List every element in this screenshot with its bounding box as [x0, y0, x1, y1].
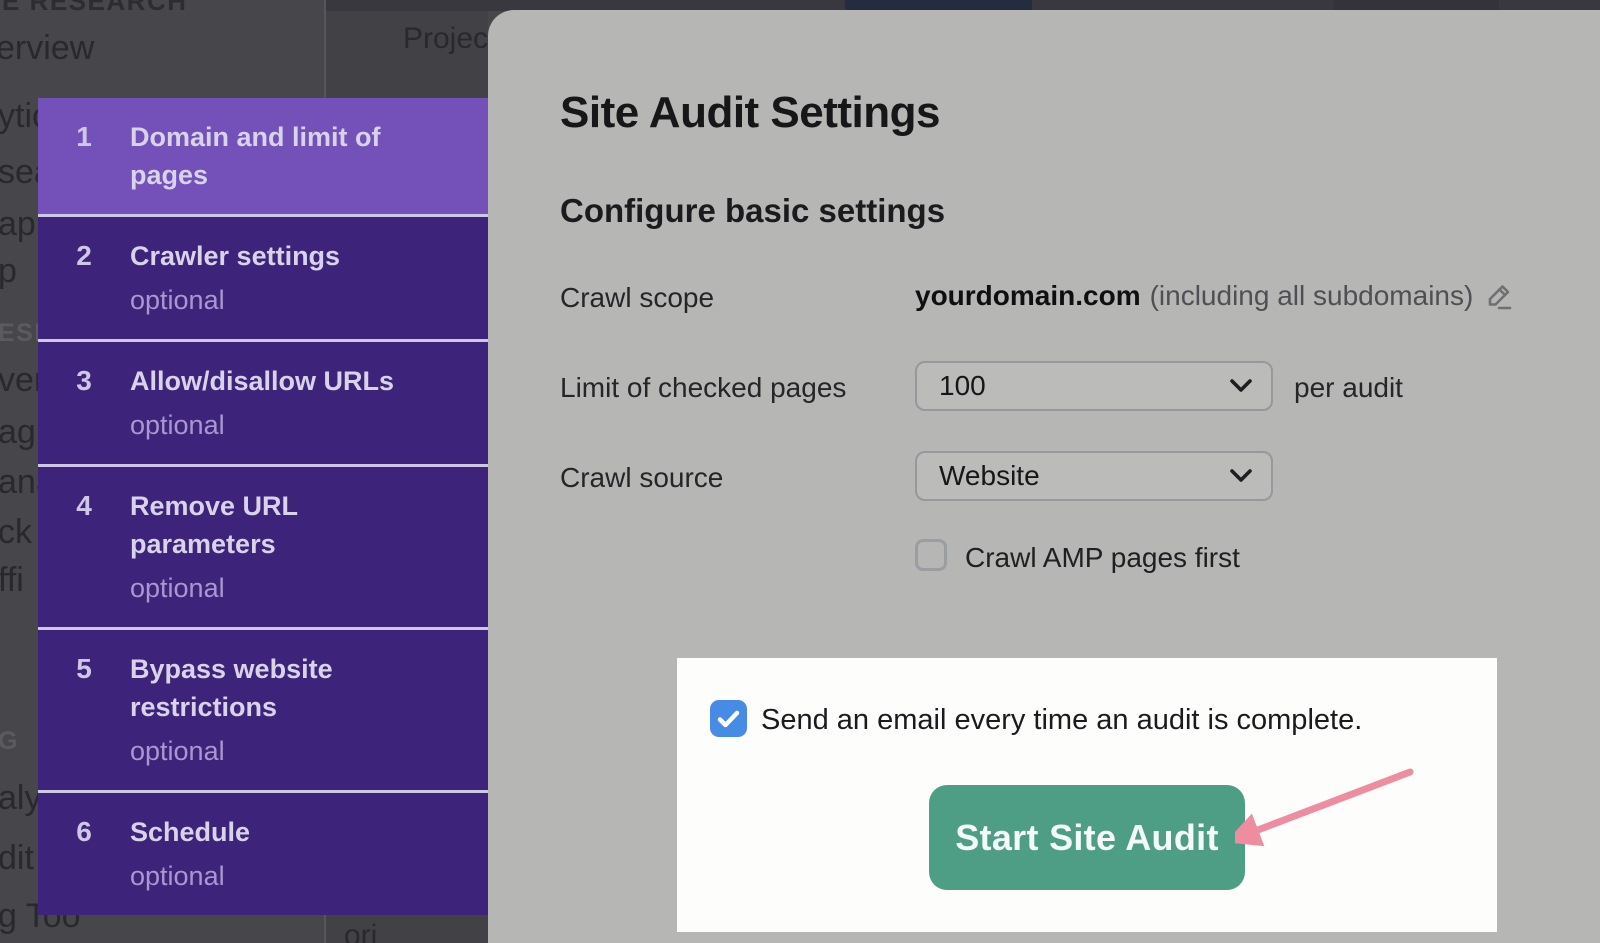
background-text-fragment: p	[0, 251, 17, 292]
start-site-audit-button[interactable]: Start Site Audit	[929, 785, 1245, 890]
email-audit-highlight-panel: Send an email every time an audit is com…	[677, 658, 1497, 932]
email-checkbox[interactable]	[710, 700, 747, 737]
step-title: Remove URL parameters	[130, 487, 440, 563]
background-text-fragment: agi	[0, 412, 43, 453]
pencil-edit-icon[interactable]	[1483, 280, 1515, 312]
wizard-step-1[interactable]: 1Domain and limit of pages	[38, 98, 488, 214]
step-title: Domain and limit of pages	[130, 118, 440, 194]
email-checkbox-label: Send an email every time an audit is com…	[761, 704, 1362, 737]
step-number: 2	[38, 237, 130, 319]
step-optional-label: optional	[130, 281, 340, 319]
chevron-down-icon	[1229, 378, 1253, 394]
limit-select[interactable]: 100	[915, 361, 1273, 411]
amp-checkbox[interactable]	[915, 539, 947, 571]
step-number: 1	[38, 118, 130, 194]
crawl-source-select[interactable]: Website	[915, 451, 1273, 501]
background-text-fragment: dit	[0, 838, 34, 879]
step-title: Bypass website restrictions	[130, 650, 440, 726]
wizard-step-3[interactable]: 3Allow/disallow URLs optional	[38, 339, 488, 464]
step-number: 4	[38, 487, 130, 607]
site-audit-settings-modal: Site Audit Settings Configure basic sett…	[488, 10, 1600, 943]
step-number: 3	[38, 362, 130, 444]
wizard-steps: 1Domain and limit of pages2Crawler setti…	[38, 98, 488, 915]
crawl-source-label: Crawl source	[560, 462, 723, 494]
background-text-fragment: E RESEARCH	[2, 0, 187, 17]
per-audit-suffix: per audit	[1294, 372, 1403, 404]
crawl-scope-label: Crawl scope	[560, 282, 714, 314]
annotation-arrow	[1235, 760, 1425, 846]
chevron-down-icon	[1229, 468, 1253, 484]
background-text-fragment: ffi	[0, 560, 24, 601]
screen: E RESEARCHerviewyticseaappESEveragianack…	[0, 0, 1600, 943]
checkmark-icon	[717, 710, 740, 728]
dimmed-projects-label: Projec	[403, 22, 488, 56]
step-number: 5	[38, 650, 130, 770]
background-text-fragment: aly	[0, 778, 41, 819]
crawl-source-select-value: Website	[939, 460, 1229, 492]
step-optional-label: optional	[130, 406, 394, 444]
step-number: 6	[38, 813, 130, 895]
step-optional-label: optional	[130, 857, 250, 895]
background-text-fragment: erview	[0, 28, 94, 69]
background-text-fragment: ori	[344, 918, 377, 943]
step-optional-label: optional	[130, 732, 440, 770]
wizard-step-2[interactable]: 2Crawler settings optional	[38, 214, 488, 339]
step-title: Crawler settings	[130, 237, 340, 275]
wizard-step-6[interactable]: 6Schedule optional	[38, 790, 488, 915]
step-optional-label: optional	[130, 569, 440, 607]
amp-checkbox-label: Crawl AMP pages first	[965, 542, 1240, 574]
crawl-scope-domain: yourdomain.com	[915, 280, 1141, 312]
step-title: Schedule	[130, 813, 250, 851]
crawl-scope-value: yourdomain.com (including all subdomains…	[915, 280, 1515, 312]
wizard-step-4[interactable]: 4Remove URL parameters optional	[38, 464, 488, 627]
wizard-step-5[interactable]: 5Bypass website restrictions optional	[38, 627, 488, 790]
background-text-fragment: ck	[0, 512, 32, 553]
modal-title: Site Audit Settings	[560, 88, 940, 138]
background-text-fragment: G	[0, 726, 19, 756]
limit-label: Limit of checked pages	[560, 372, 846, 404]
limit-select-value: 100	[939, 370, 1229, 402]
crawl-scope-note: (including all subdomains)	[1150, 280, 1474, 312]
section-heading: Configure basic settings	[560, 192, 945, 230]
background-text-fragment: ap	[0, 204, 36, 245]
step-title: Allow/disallow URLs	[130, 362, 394, 400]
